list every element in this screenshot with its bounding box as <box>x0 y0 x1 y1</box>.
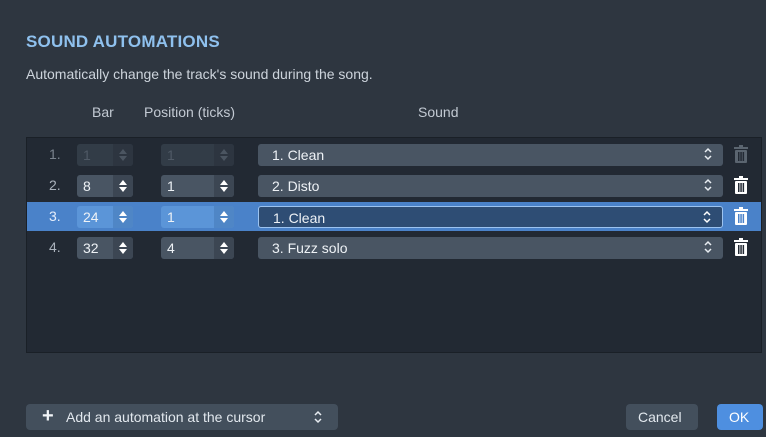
bar-value[interactable]: 24 <box>83 209 99 225</box>
stepper-arrows-icon <box>214 144 234 166</box>
column-header-bar: Bar <box>92 104 114 120</box>
column-header-position: Position (ticks) <box>144 104 236 120</box>
sound-select-value: 3. Fuzz solo <box>272 240 348 256</box>
trash-icon[interactable] <box>733 238 749 256</box>
automation-row: 1. 1 1 1. Clean <box>27 140 761 169</box>
automation-row: 2. 8 1 2. Disto <box>27 171 761 200</box>
stepper-arrows-icon[interactable] <box>214 237 234 259</box>
add-automation-label: Add an automation at the cursor <box>66 409 266 425</box>
row-number: 2. <box>49 177 61 193</box>
position-value[interactable]: 4 <box>167 240 175 256</box>
sound-select[interactable]: 3. Fuzz solo <box>258 237 723 259</box>
chevron-updown-icon <box>704 147 712 161</box>
row-number: 3. <box>49 208 61 224</box>
trash-icon[interactable] <box>733 176 749 194</box>
stepper-arrows-icon[interactable] <box>113 237 133 259</box>
bar-stepper[interactable]: 24 <box>77 206 133 228</box>
sound-select[interactable]: 1. Clean <box>258 206 723 228</box>
dialog-subtitle: Automatically change the track's sound d… <box>26 66 373 82</box>
position-value[interactable]: 1 <box>167 209 175 225</box>
dialog-title: SOUND AUTOMATIONS <box>26 32 220 51</box>
ok-button-label: OK <box>729 409 750 425</box>
stepper-arrows-icon <box>113 144 133 166</box>
column-header-sound: Sound <box>418 104 459 120</box>
sound-select-value: 2. Disto <box>272 178 320 194</box>
sound-select[interactable]: 1. Clean <box>258 144 723 166</box>
chevron-updown-icon <box>703 210 711 224</box>
bar-value[interactable]: 8 <box>83 178 91 194</box>
position-value: 1 <box>167 147 175 163</box>
stepper-arrows-icon[interactable] <box>214 175 234 197</box>
sound-select-value: 1. Clean <box>272 147 325 163</box>
position-stepper[interactable]: 4 <box>161 237 234 259</box>
position-stepper[interactable]: 1 <box>161 175 234 197</box>
chevron-updown-icon <box>314 410 322 424</box>
stepper-arrows-icon[interactable] <box>113 175 133 197</box>
trash-icon[interactable] <box>733 207 749 225</box>
bar-value: 1 <box>83 147 91 163</box>
sound-select[interactable]: 2. Disto <box>258 175 723 197</box>
trash-icon <box>734 145 748 163</box>
chevron-updown-icon <box>704 240 712 254</box>
cancel-button[interactable]: Cancel <box>626 404 698 430</box>
bar-stepper: 1 <box>77 144 133 166</box>
cancel-button-label: Cancel <box>638 409 682 425</box>
position-value[interactable]: 1 <box>167 178 175 194</box>
stepper-arrows-icon[interactable] <box>214 206 234 228</box>
position-stepper[interactable]: 1 <box>161 206 234 228</box>
ok-button[interactable]: OK <box>717 404 763 430</box>
automation-row-selected[interactable]: 3. 24 1 1. Clean <box>27 202 761 231</box>
bar-stepper[interactable]: 8 <box>77 175 133 197</box>
plus-icon: + <box>42 405 54 427</box>
automation-table: 1. 1 1 1. Clean 2. 8 1 2. Disto 3. 24 1 … <box>26 137 762 353</box>
bar-value[interactable]: 32 <box>83 240 99 256</box>
row-number: 4. <box>49 239 61 255</box>
stepper-arrows-icon[interactable] <box>113 206 133 228</box>
chevron-updown-icon <box>704 178 712 192</box>
position-stepper: 1 <box>161 144 234 166</box>
add-automation-button[interactable]: + Add an automation at the cursor <box>26 404 338 430</box>
row-number: 1. <box>49 146 61 162</box>
automation-row: 4. 32 4 3. Fuzz solo <box>27 233 761 262</box>
bar-stepper[interactable]: 32 <box>77 237 133 259</box>
sound-select-value: 1. Clean <box>273 210 326 226</box>
